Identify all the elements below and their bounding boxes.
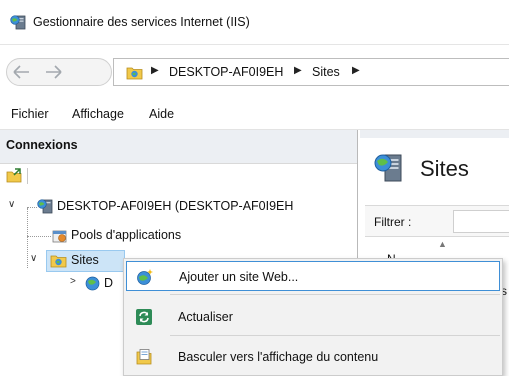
title-bar: Gestionnaire des services Internet (IIS) [0, 0, 509, 44]
globe-icon [85, 276, 100, 291]
application-pools-icon [52, 230, 67, 243]
menu-item-content-view[interactable]: Basculer vers l'affichage du contenu [126, 342, 500, 372]
content-title: Sites [420, 156, 469, 181]
breadcrumb-separator[interactable]: ▶ [294, 65, 302, 76]
tree-node-server[interactable]: ∨ DESKTOP-AF0I9EH (DESKTOP-AF0I9EH [0, 196, 357, 218]
filter-input[interactable] [453, 210, 509, 233]
menu-separator [170, 294, 500, 295]
address-bar[interactable]: ▶ DESKTOP-AF0I9EH ▶ Sites ▶ [113, 58, 509, 86]
menu-help[interactable]: Aide [149, 107, 174, 121]
add-website-icon [137, 269, 153, 285]
menu-item-refresh-label: Actualiser [178, 310, 233, 324]
back-button[interactable] [8, 59, 36, 85]
context-menu: Ajouter un site Web... Actualiser Bascul… [123, 258, 503, 376]
sites-feature-icon [374, 154, 402, 182]
menu-item-add-website-label: Ajouter un site Web... [179, 270, 299, 284]
tree-node-app-pools-label: Pools d'applications [71, 228, 182, 242]
breadcrumb-sites[interactable]: Sites [312, 65, 340, 79]
content-view-icon [136, 349, 152, 365]
menu-file[interactable]: Fichier [11, 107, 49, 121]
arrow-right-icon [46, 65, 62, 79]
collapse-chevron-icon[interactable]: ∨ [30, 253, 37, 264]
menu-item-add-website[interactable]: Ajouter un site Web... [126, 261, 500, 291]
tree-node-default-site-label: D [104, 276, 114, 290]
refresh-icon [136, 309, 152, 325]
filter-label: Filtrer : [374, 215, 412, 229]
expand-chevron-icon[interactable]: > [70, 276, 76, 287]
tree-node-sites-label: Sites [71, 253, 99, 267]
filter-bar: Filtrer : [365, 205, 509, 237]
toolbar-divider [27, 168, 28, 184]
sites-folder-icon [50, 255, 67, 268]
sort-ascending-icon: ▲ [438, 239, 447, 249]
menu-bar: Fichier Affichage Aide [0, 98, 509, 130]
sites-folder-icon [126, 67, 143, 80]
arrow-left-icon [13, 65, 29, 79]
breadcrumb-separator[interactable]: ▶ [352, 65, 360, 76]
connections-title: Connexions [6, 138, 78, 152]
create-connection-icon[interactable] [6, 168, 22, 183]
collapse-chevron-icon[interactable]: ∨ [8, 199, 15, 210]
server-icon [37, 199, 53, 214]
content-header-strip [360, 130, 509, 138]
window-title: Gestionnaire des services Internet (IIS) [33, 15, 250, 29]
tree-node-default-site[interactable]: > D [0, 273, 120, 295]
navigation-bar: ▶ DESKTOP-AF0I9EH ▶ Sites ▶ [0, 44, 509, 98]
menu-view[interactable]: Affichage [72, 107, 124, 121]
connections-header: Connexions [0, 130, 357, 164]
breadcrumb-server[interactable]: DESKTOP-AF0I9EH [169, 65, 283, 79]
breadcrumb-separator[interactable]: ▶ [151, 65, 159, 76]
menu-item-content-view-label: Basculer vers l'affichage du contenu [178, 350, 379, 364]
tree-node-server-label: DESKTOP-AF0I9EH (DESKTOP-AF0I9EH [57, 199, 294, 213]
connections-toolbar [0, 164, 357, 188]
tree-node-app-pools[interactable]: Pools d'applications [0, 225, 357, 247]
menu-separator [170, 335, 500, 336]
forward-button[interactable] [40, 59, 68, 85]
iis-manager-icon [10, 15, 26, 30]
menu-item-refresh[interactable]: Actualiser [126, 302, 500, 332]
